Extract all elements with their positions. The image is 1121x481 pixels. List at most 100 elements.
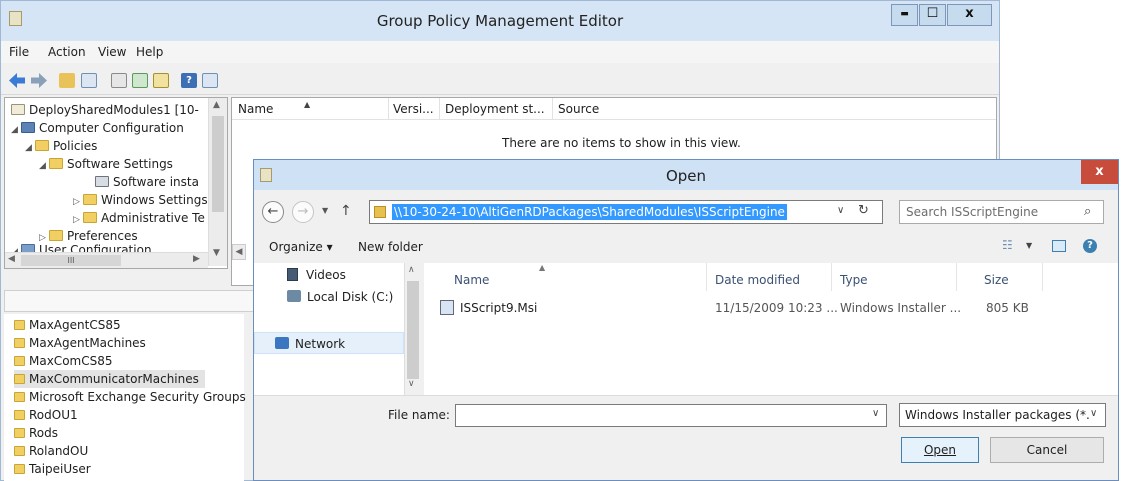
tree-vertical-scrollbar[interactable]: ▲ ▼ [208, 98, 227, 266]
scroll-down-icon[interactable]: ∨ [408, 379, 415, 389]
nav-item-network[interactable]: Network [254, 332, 404, 354]
forward-arrow-icon[interactable] [31, 73, 47, 88]
menu-file[interactable]: File [9, 45, 29, 59]
dialog-footer: File name: ∨ Windows Installer packages … [254, 395, 1118, 480]
tree-item-gpo[interactable]: DeploySharedModules1 [10- [11, 101, 199, 119]
folder-icon [49, 158, 63, 169]
gpme-title-bar[interactable]: Group Policy Management Editor ▬ ☐ x [1, 1, 999, 41]
nav-scrollbar[interactable]: ∧ ∨ [404, 263, 421, 395]
help-icon[interactable]: ? [1083, 239, 1097, 253]
search-icon[interactable]: ⌕ [1084, 204, 1091, 219]
column-name[interactable]: Name [238, 102, 273, 116]
expand-arrow-icon[interactable]: ◢ [11, 121, 21, 139]
refresh-icon[interactable] [132, 73, 148, 88]
list-item[interactable]: MaxAgentMachines [14, 334, 146, 352]
nav-item-videos[interactable]: Videos [287, 268, 346, 282]
list-item[interactable]: MaxComCS85 [14, 352, 112, 370]
nav-item-local-disk[interactable]: Local Disk (C:) [287, 290, 393, 304]
menu-action[interactable]: Action [48, 45, 86, 59]
nav-label: Videos [306, 268, 346, 282]
list-item[interactable]: Microsoft Exchange Security Groups [14, 388, 246, 406]
file-name-field[interactable]: ∨ [455, 404, 887, 427]
list-item[interactable]: RolandOU [14, 442, 88, 460]
recent-locations-icon[interactable]: ▼ [322, 206, 328, 215]
column-separator [1042, 263, 1043, 291]
refresh-icon[interactable]: ↻ [858, 203, 869, 218]
window-title: Group Policy Management Editor [376, 12, 624, 30]
scroll-up-icon[interactable]: ∧ [408, 265, 415, 275]
dialog-close-button[interactable]: x [1081, 160, 1118, 184]
expand-arrow-icon[interactable]: ◢ [25, 139, 35, 157]
maximize-button[interactable]: ☐ [919, 4, 946, 26]
list-item-selected[interactable]: MaxCommunicatorMachines [14, 370, 205, 388]
export-list-icon[interactable] [153, 73, 169, 88]
list-item[interactable]: Rods [14, 424, 58, 442]
column-separator [831, 263, 832, 291]
preview-pane-icon[interactable] [1052, 240, 1066, 252]
minimize-button[interactable]: ▬ [891, 4, 918, 26]
list-item[interactable]: TaipeiUser [14, 460, 91, 478]
column-date-modified[interactable]: Date modified [715, 273, 800, 287]
list-item[interactable]: MaxAgentCS85 [14, 316, 121, 334]
tree-item-administrative-templates[interactable]: ▷ Administrative Te [73, 209, 205, 227]
scroll-up-icon[interactable]: ▲ [213, 100, 220, 110]
close-button[interactable]: x [947, 4, 992, 26]
scroll-thumb[interactable] [212, 116, 224, 212]
show-hide-tree-icon[interactable] [81, 73, 97, 88]
tree-item-software-settings[interactable]: ◢ Software Settings [39, 155, 173, 173]
column-source[interactable]: Source [558, 102, 599, 116]
list-left-scroll-icon[interactable]: ◀ [232, 244, 246, 260]
file-type-select[interactable]: Windows Installer packages (*.r ∨ [899, 403, 1106, 427]
search-box[interactable]: Search ISScriptEngine ⌕ [899, 200, 1104, 224]
address-path[interactable]: \\10-30-24-10\AltiGenRDPackages\SharedMo… [392, 204, 787, 220]
tree-horizontal-scrollbar[interactable]: ◀ III ▶ [5, 252, 208, 268]
up-arrow-icon[interactable]: ↑ [340, 203, 352, 219]
sort-up-icon: ▲ [539, 263, 546, 272]
scroll-left-icon[interactable]: ◀ [8, 254, 15, 264]
cancel-button[interactable]: Cancel [990, 437, 1104, 463]
scroll-right-icon[interactable]: ▶ [193, 254, 200, 264]
scroll-thumb[interactable]: III [21, 255, 121, 266]
new-folder-button[interactable]: New folder [358, 240, 423, 254]
back-icon[interactable]: ← [262, 201, 284, 223]
ou-icon [14, 410, 25, 420]
column-name[interactable]: Name [454, 273, 489, 287]
list-item[interactable]: RodOU1 [14, 406, 78, 424]
file-type-value: Windows Installer packages (*.r [905, 408, 1095, 422]
forward-icon[interactable]: → [292, 201, 314, 223]
help-icon[interactable]: ? [181, 73, 197, 88]
tree-item-windows-settings[interactable]: ▷ Windows Settings [73, 191, 208, 209]
menu-view[interactable]: View [98, 45, 126, 59]
view-dropdown-icon[interactable]: ▼ [1026, 241, 1032, 250]
search-input[interactable]: Search ISScriptEngine [906, 205, 1038, 219]
file-row[interactable]: ISScript9.Msi 11/15/2009 10:23 ... Windo… [440, 299, 1040, 319]
column-type[interactable]: Type [840, 273, 868, 287]
properties-icon[interactable] [111, 73, 127, 88]
tree-item-software-installation[interactable]: Software insta [95, 173, 199, 191]
back-arrow-icon[interactable] [9, 73, 25, 88]
ou-label: MaxCommunicatorMachines [29, 372, 199, 386]
file-name-dropdown-icon[interactable]: ∨ [872, 408, 879, 419]
tree-item-policies[interactable]: ◢ Policies [25, 137, 97, 155]
column-size[interactable]: Size [984, 273, 1009, 287]
ou-label: Microsoft Exchange Security Groups [29, 390, 246, 404]
tree-item-computer-configuration[interactable]: ◢ Computer Configuration [11, 119, 184, 137]
scroll-thumb[interactable] [407, 281, 419, 379]
file-date: 11/15/2009 10:23 ... [715, 301, 838, 315]
organize-button[interactable]: Organize ▾ [269, 240, 333, 254]
expand-arrow-icon[interactable]: ◢ [39, 157, 49, 175]
menu-help[interactable]: Help [136, 45, 163, 59]
scroll-down-icon[interactable]: ▼ [213, 248, 220, 258]
address-dropdown-icon[interactable]: ∨ [837, 205, 844, 216]
view-options-icon[interactable]: ☷ [1002, 238, 1013, 252]
dialog-title-bar[interactable]: Open x [254, 160, 1118, 190]
file-type-dropdown-icon[interactable]: ∨ [1090, 408, 1098, 419]
address-bar[interactable]: \\10-30-24-10\AltiGenRDPackages\SharedMo… [369, 200, 883, 224]
up-folder-icon[interactable] [59, 73, 75, 88]
open-button[interactable]: Open [901, 437, 979, 463]
action-pane-icon[interactable] [202, 73, 218, 88]
ou-label: RodOU1 [29, 408, 78, 422]
ou-label: Rods [29, 426, 59, 440]
column-version[interactable]: Versi... [393, 102, 434, 116]
column-deployment-state[interactable]: Deployment st... [445, 102, 545, 116]
